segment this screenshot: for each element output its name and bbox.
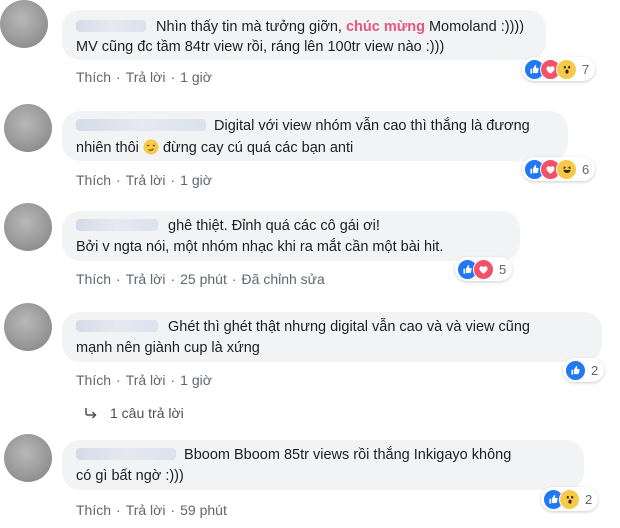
timestamp[interactable]: 1 giờ xyxy=(180,69,212,85)
replies-count-label: 1 câu trả lời xyxy=(110,405,184,421)
comment-actions: Thích · Trả lời · 1 giờ xyxy=(76,172,212,188)
avatar[interactable] xyxy=(4,303,52,351)
like-link[interactable]: Thích xyxy=(76,172,111,188)
timestamp[interactable]: 1 giờ xyxy=(180,172,212,188)
edited-label[interactable]: Đã chỉnh sửa xyxy=(242,271,325,287)
reply-arrow-icon xyxy=(84,407,98,419)
commenter-name[interactable] xyxy=(76,219,158,231)
smirk-emoji-icon xyxy=(143,139,159,155)
commenter-name[interactable] xyxy=(76,320,158,332)
haha-reaction-icon xyxy=(556,158,577,180)
comment-bubble: Nhìn thấy tin mà tưởng giỡn, chúc mừng M… xyxy=(62,10,546,60)
comment-text-line2: Bởi v ngta nói, một nhóm nhạc khi ra mắt… xyxy=(76,239,444,255)
reaction-summary[interactable]: 2 xyxy=(541,487,599,511)
reply-link[interactable]: Trả lời xyxy=(126,69,166,85)
like-link[interactable]: Thích xyxy=(76,69,111,85)
comment-bubble: Bboom Bboom 85tr views rồi thắng Inkigay… xyxy=(62,440,584,490)
reaction-summary[interactable]: 6 xyxy=(522,157,596,181)
comment-bubble: Ghét thì ghét thật nhưng digital vẫn cao… xyxy=(62,312,602,362)
like-link[interactable]: Thích xyxy=(76,271,111,287)
comment-actions: Thích · Trả lời · 25 phút · Đã chỉnh sửa xyxy=(76,271,325,287)
comment-text-line2: nhiên thôi đừng cay cú quá các bạn anti xyxy=(76,139,354,156)
comment-bubble: ghê thiệt. Đỉnh quá các cô gái ơi! Bởi v… xyxy=(62,211,520,261)
comment-actions: Thích · Trả lời · 1 giờ xyxy=(76,372,212,388)
comment-actions: Thích · Trả lời · 59 phút xyxy=(76,502,227,518)
reaction-summary[interactable]: 7 xyxy=(522,57,596,81)
timestamp[interactable]: 25 phút xyxy=(180,271,227,287)
like-reaction-icon xyxy=(565,359,586,381)
comment-text-line2: mạnh nên giành cup là xứng xyxy=(76,340,260,356)
comment-text-line2: có gì bất ngờ :))) xyxy=(76,468,184,484)
like-link[interactable]: Thích xyxy=(76,502,111,518)
avatar[interactable] xyxy=(4,104,52,152)
avatar[interactable] xyxy=(0,0,48,48)
comment-text: ghê thiệt. Đỉnh quá các cô gái ơi! xyxy=(168,218,380,234)
love-reaction-icon xyxy=(473,258,494,280)
commenter-name[interactable] xyxy=(76,119,206,131)
reaction-count: 7 xyxy=(582,61,590,77)
comment-text: Bboom Bboom 85tr views rồi thắng Inkigay… xyxy=(184,447,512,463)
reaction-summary[interactable]: 2 xyxy=(563,358,605,382)
comment-text-line2: MV cũng đc tầm 84tr view rồi, ráng lên 1… xyxy=(76,39,445,55)
reaction-count: 6 xyxy=(582,161,590,177)
reply-link[interactable]: Trả lời xyxy=(126,172,166,188)
wow-reaction-icon xyxy=(559,488,580,510)
like-link[interactable]: Thích xyxy=(76,372,111,388)
reply-link[interactable]: Trả lời xyxy=(126,271,166,287)
reaction-count: 2 xyxy=(585,491,593,507)
timestamp[interactable]: 1 giờ xyxy=(180,372,212,388)
commenter-name[interactable] xyxy=(76,448,176,460)
commenter-name[interactable] xyxy=(76,20,146,32)
highlight-text: chúc mừng xyxy=(345,19,425,35)
avatar[interactable] xyxy=(4,203,52,251)
reaction-count: 2 xyxy=(591,362,599,378)
comment-text: Digital với view nhóm vẫn cao thì thắng … xyxy=(214,118,530,134)
timestamp[interactable]: 59 phút xyxy=(180,502,227,518)
wow-reaction-icon xyxy=(556,58,577,80)
comment-text: Nhìn thấy tin mà tưởng giỡn, chúc mừng M… xyxy=(156,19,525,35)
comment-text: Ghét thì ghét thật nhưng digital vẫn cao… xyxy=(168,319,530,335)
reaction-summary[interactable]: 5 xyxy=(455,257,513,281)
view-replies-link[interactable]: 1 câu trả lời xyxy=(84,405,184,421)
reply-link[interactable]: Trả lời xyxy=(126,372,166,388)
comment-bubble: Digital với view nhóm vẫn cao thì thắng … xyxy=(62,111,568,161)
reply-link[interactable]: Trả lời xyxy=(126,502,166,518)
comment-actions: Thích · Trả lời · 1 giờ xyxy=(76,69,212,85)
avatar[interactable] xyxy=(4,434,52,482)
reaction-count: 5 xyxy=(499,261,507,277)
